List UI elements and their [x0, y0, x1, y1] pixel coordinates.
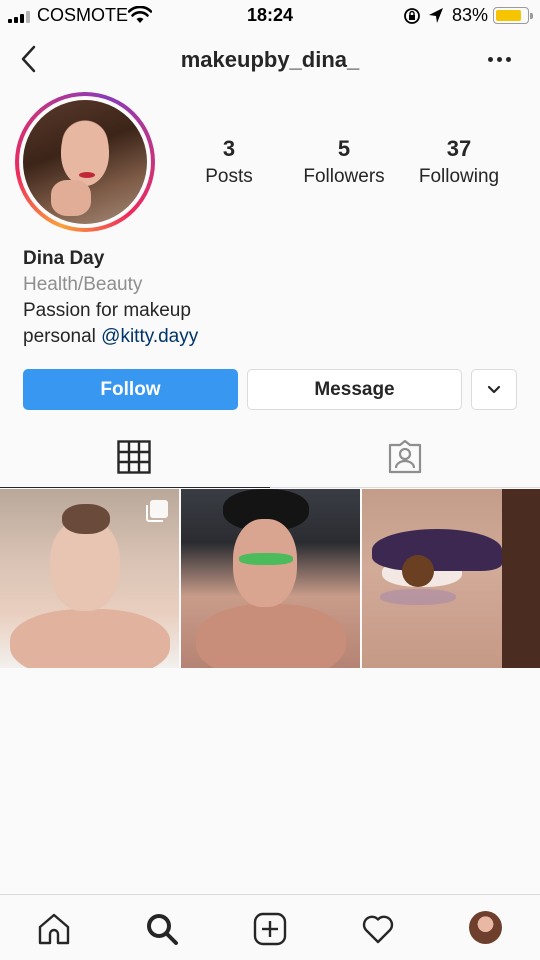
posts-count[interactable]: 3 Posts: [169, 136, 289, 188]
posts-count-value: 3: [222, 136, 236, 161]
profile-username: makeupby_dina_: [180, 47, 360, 72]
suggested-accounts-button[interactable]: [471, 369, 517, 410]
grid-icon: [117, 440, 151, 474]
message-button[interactable]: Message: [247, 369, 462, 410]
profile-display-name: Dina Day: [23, 248, 105, 269]
profile-avatar-story-ring[interactable]: [15, 92, 155, 232]
battery-percent: 83%: [452, 5, 489, 25]
home-icon: [38, 913, 70, 945]
followers-count-value: 5: [337, 136, 351, 161]
posts-grid: [0, 489, 540, 669]
profile-header: makeupby_dina_: [0, 32, 540, 88]
following-count-label: Following: [418, 166, 500, 187]
battery-icon: [493, 7, 533, 24]
nav-new-post[interactable]: [216, 895, 324, 960]
bio-mention-link[interactable]: @kitty.dayy: [101, 326, 198, 347]
following-count-value: 37: [446, 136, 472, 161]
nav-home[interactable]: [0, 895, 108, 960]
profile-tabs: [0, 428, 540, 488]
post-thumbnail[interactable]: [362, 489, 540, 668]
chevron-down-icon: [487, 385, 501, 394]
followers-count-label: Followers: [303, 166, 385, 187]
nav-profile-avatar[interactable]: [469, 911, 502, 944]
tab-posts-grid[interactable]: [0, 428, 270, 488]
post-thumbnail[interactable]: [181, 489, 360, 668]
nav-search[interactable]: [108, 895, 216, 960]
status-bar: COSMOTE 18:24 83%: [0, 0, 540, 32]
location-arrow-icon: [429, 8, 443, 23]
profile-category: Health/Beauty: [23, 274, 143, 295]
rotation-lock-icon: [404, 8, 420, 24]
follow-button[interactable]: Follow: [23, 369, 238, 410]
tab-tagged[interactable]: [270, 428, 540, 488]
bio-line-2-prefix: personal: [23, 326, 102, 347]
multiple-photos-icon: [146, 500, 168, 522]
followers-count[interactable]: 5 Followers: [284, 136, 404, 188]
nav-activity[interactable]: [324, 895, 432, 960]
new-post-icon: [253, 912, 287, 946]
bio-line-2: personal @kitty.dayy: [23, 324, 198, 350]
profile-bio: Dina Day Health/Beauty Passion for makeu…: [23, 246, 198, 350]
following-count[interactable]: 37 Following: [399, 136, 519, 188]
search-icon: [147, 914, 178, 945]
profile-avatar: [23, 100, 147, 224]
post-thumbnail[interactable]: [0, 489, 179, 668]
posts-count-label: Posts: [205, 166, 253, 187]
more-options-icon[interactable]: [488, 57, 512, 63]
bio-line-1: Passion for makeup: [23, 300, 191, 321]
bottom-navigation: [0, 894, 540, 960]
activity-heart-icon: [362, 915, 394, 944]
tagged-person-icon: [388, 440, 422, 474]
